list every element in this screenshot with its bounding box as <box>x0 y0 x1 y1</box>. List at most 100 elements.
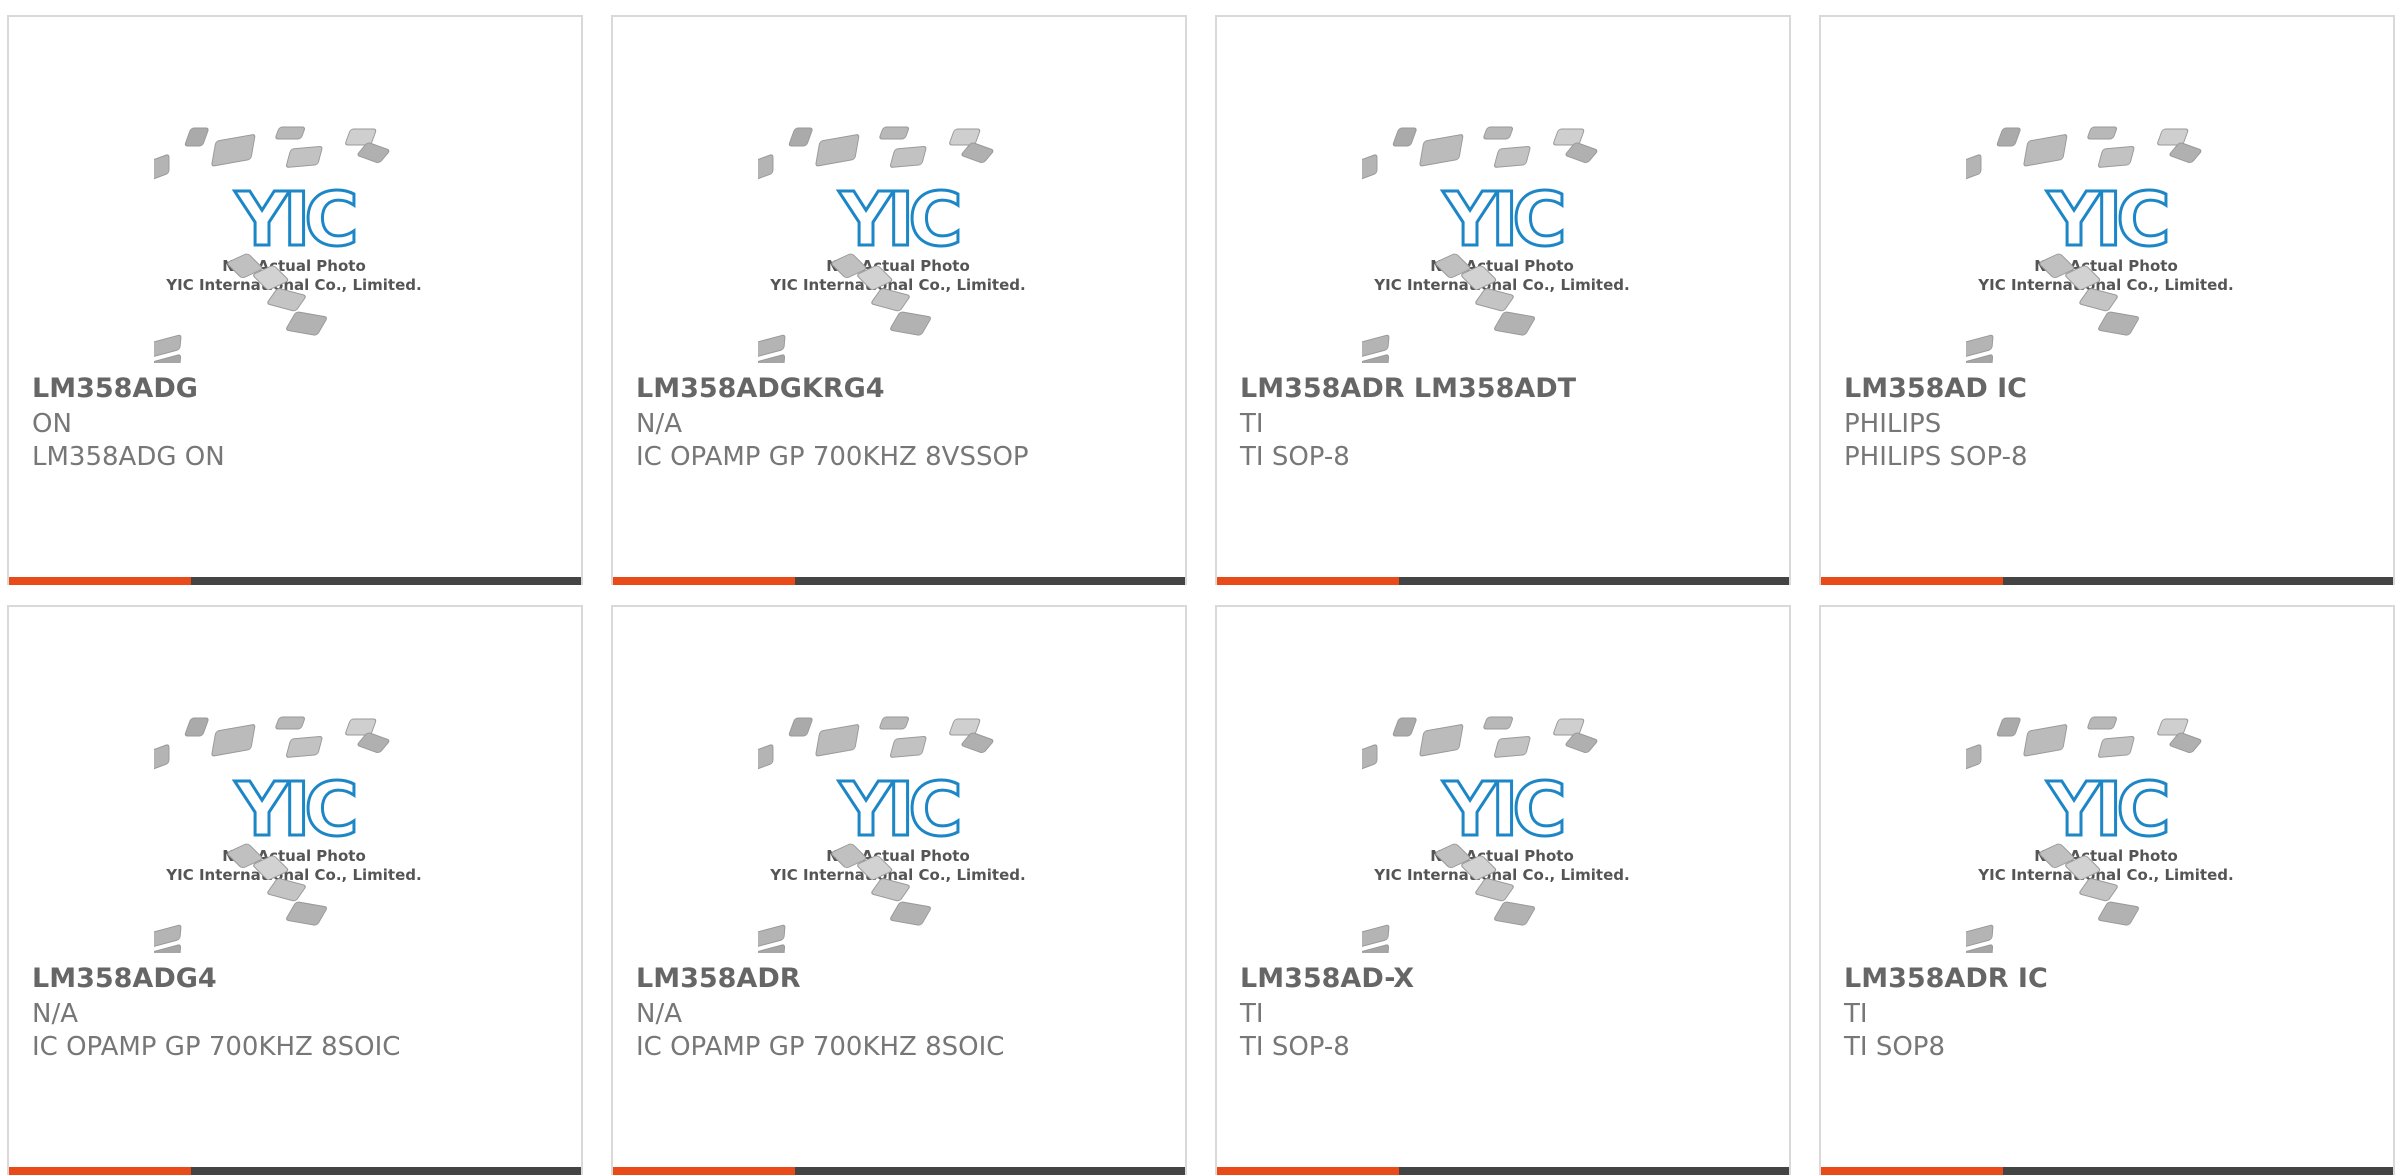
product-card[interactable]: YIC Not Actual Photo YIC International Co.… <box>1819 15 2395 585</box>
product-description: PHILIPS SOP-8 <box>1844 442 2028 472</box>
product-brand: TI <box>1240 409 1264 439</box>
chip-icon <box>1494 311 1535 336</box>
placeholder-graphic: YICNot Actual PhotoYIC International Co.… <box>1966 716 2234 953</box>
chip-icon <box>1392 127 1417 147</box>
product-image-placeholder[interactable]: YIC Not Actual Photo YIC International Co.… <box>1362 95 1642 363</box>
product-part-number[interactable]: LM358ADR IC <box>1844 963 2048 994</box>
svg-text:YIC: YIC <box>234 767 354 853</box>
chip-icon <box>1996 717 2021 737</box>
chip-icon <box>1553 718 1585 736</box>
chip-icon <box>286 311 327 336</box>
chip-icon <box>1419 134 1464 167</box>
placeholder-company: YIC International Co., Limited. <box>1373 276 1629 294</box>
product-card[interactable]: YIC Not Actual Photo YIC International Co.… <box>7 15 583 585</box>
product-part-number[interactable]: LM358ADG4 <box>32 963 217 994</box>
product-brand: PHILIPS <box>1844 409 1942 439</box>
card-accent-bar <box>613 577 795 585</box>
placeholder-company: YIC International Co., Limited. <box>165 276 421 294</box>
chip-icon <box>788 127 813 147</box>
product-card[interactable]: YIC Not Actual Photo YIC International Co.… <box>611 605 1187 1175</box>
svg-text:YIC: YIC <box>2046 767 2166 853</box>
product-image-placeholder[interactable]: YIC Not Actual Photo YIC International Co.… <box>758 685 1038 953</box>
product-part-number[interactable]: LM358AD-X <box>1240 963 1414 994</box>
product-card[interactable]: YIC Not Actual Photo YIC International Co.… <box>1819 605 2395 1175</box>
product-part-number[interactable]: LM358AD IC <box>1844 373 2027 404</box>
card-bottom-bar <box>1821 577 2393 585</box>
chip-icon <box>286 735 323 758</box>
placeholder-company: YIC International Co., Limited. <box>1977 866 2233 884</box>
yic-logo: YIC <box>837 766 966 855</box>
chip-icon <box>788 717 813 737</box>
product-description: IC OPAMP GP 700KHZ 8SOIC <box>32 1032 401 1062</box>
yic-logo: YIC <box>1441 766 1570 855</box>
placeholder-graphic: YICNot Actual PhotoYIC International Co.… <box>154 126 422 363</box>
chip-icon <box>890 901 931 926</box>
product-card[interactable]: YIC Not Actual Photo YIC International Co.… <box>1215 605 1791 1175</box>
placeholder-company: YIC International Co., Limited. <box>165 866 421 884</box>
chip-icon <box>2098 901 2139 926</box>
chip-icon <box>2098 311 2139 336</box>
chip-icon <box>1483 126 1513 140</box>
card-accent-bar <box>1821 1167 2003 1175</box>
chip-icon <box>949 128 981 146</box>
chip-icon <box>345 718 377 736</box>
product-image-placeholder[interactable]: YIC Not Actual Photo YIC International Co.… <box>1966 95 2246 363</box>
product-image-placeholder[interactable]: YIC Not Actual Photo YIC International Co.… <box>154 685 434 953</box>
product-card[interactable]: YIC Not Actual Photo YIC International Co.… <box>611 15 1187 585</box>
chip-icon <box>815 134 860 167</box>
product-part-number[interactable]: LM358ADR <box>636 963 801 994</box>
card-accent-bar <box>1217 577 1399 585</box>
chip-icon <box>1362 154 1378 182</box>
card-bottom-bar <box>1821 1167 2393 1175</box>
chip-icon <box>154 744 170 772</box>
product-brand: TI <box>1240 999 1264 1029</box>
placeholder-company: YIC International Co., Limited. <box>769 276 1025 294</box>
chip-icon <box>815 724 860 757</box>
product-brand: N/A <box>636 409 682 439</box>
product-image-placeholder[interactable]: YIC Not Actual Photo YIC International Co.… <box>154 95 434 363</box>
chip-icon <box>1494 735 1531 758</box>
product-description: IC OPAMP GP 700KHZ 8VSSOP <box>636 442 1029 472</box>
product-description: TI SOP-8 <box>1240 442 1350 472</box>
chip-icon <box>1494 145 1531 168</box>
placeholder-company: YIC International Co., Limited. <box>1373 866 1629 884</box>
svg-text:YIC: YIC <box>2046 177 2166 263</box>
product-card[interactable]: YIC Not Actual Photo YIC International Co.… <box>1215 15 1791 585</box>
yic-logo: YIC <box>837 176 966 265</box>
chip-icon <box>2157 128 2189 146</box>
product-part-number[interactable]: LM358ADG <box>32 373 198 404</box>
chip-icon <box>879 716 909 730</box>
chip-icon <box>1362 744 1378 772</box>
product-image-placeholder[interactable]: YIC Not Actual Photo YIC International Co.… <box>1362 685 1642 953</box>
product-image-placeholder[interactable]: YIC Not Actual Photo YIC International Co.… <box>1966 685 2246 953</box>
card-bottom-bar <box>1217 1167 1789 1175</box>
chip-icon <box>286 145 323 168</box>
chip-icon <box>949 718 981 736</box>
chip-icon <box>2023 134 2068 167</box>
chip-icon <box>275 126 305 140</box>
chip-icon <box>184 127 209 147</box>
svg-text:YIC: YIC <box>1442 177 1562 263</box>
product-description: TI SOP8 <box>1844 1032 1946 1062</box>
card-accent-bar <box>1821 577 2003 585</box>
product-card[interactable]: YIC Not Actual Photo YIC International Co.… <box>7 605 583 1175</box>
product-part-number[interactable]: LM358ADGKRG4 <box>636 373 885 404</box>
card-bottom-bar <box>613 577 1185 585</box>
placeholder-graphic: YICNot Actual PhotoYIC International Co.… <box>758 716 1026 953</box>
product-description: IC OPAMP GP 700KHZ 8SOIC <box>636 1032 1005 1062</box>
yic-logo: YIC <box>2045 176 2174 265</box>
placeholder-graphic: YICNot Actual PhotoYIC International Co.… <box>1362 126 1630 363</box>
yic-logo: YIC <box>2045 766 2174 855</box>
card-bottom-bar <box>9 1167 581 1175</box>
chip-icon <box>1483 716 1513 730</box>
product-brand: N/A <box>32 999 78 1029</box>
product-image-placeholder[interactable]: YIC Not Actual Photo YIC International Co.… <box>758 95 1038 363</box>
card-bottom-bar <box>613 1167 1185 1175</box>
chip-icon <box>1392 717 1417 737</box>
placeholder-graphic: YICNot Actual PhotoYIC International Co.… <box>154 716 422 953</box>
chip-icon <box>275 716 305 730</box>
product-part-number[interactable]: LM358ADR LM358ADT <box>1240 373 1576 404</box>
chip-icon <box>758 744 774 772</box>
card-accent-bar <box>9 1167 191 1175</box>
placeholder-graphic: YICNot Actual PhotoYIC International Co.… <box>758 126 1026 363</box>
